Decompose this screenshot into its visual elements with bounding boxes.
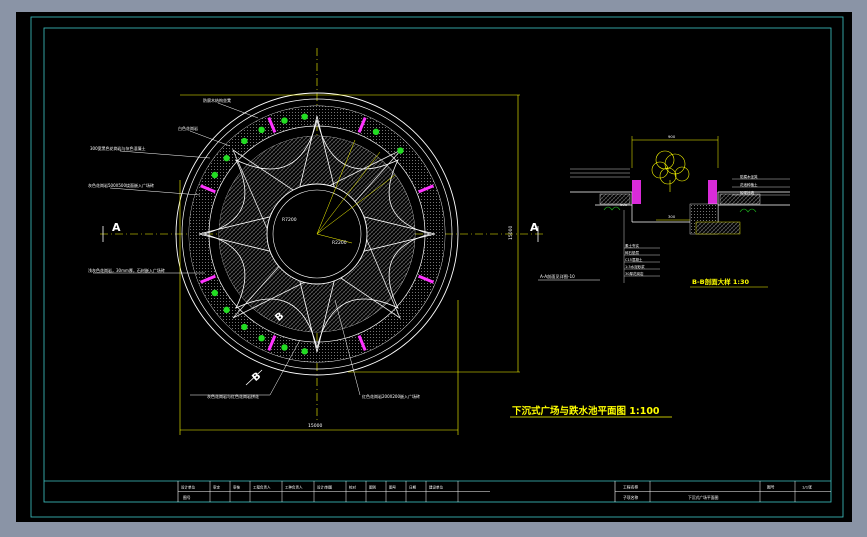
shrub-1 <box>223 154 230 162</box>
dim-radius: R2200 <box>332 240 347 246</box>
tb-cell-4: 工种负责人 <box>285 485 303 490</box>
cad-drawing: A A B B 15000 15000 R7200 R2200 防腐木结构坐凳 … <box>16 12 852 522</box>
tb-cell-2: 审核 <box>233 485 240 490</box>
shrub-7 <box>397 147 404 154</box>
dim-width: 15000 <box>308 423 322 429</box>
tb-cell-8: 图号 <box>389 485 397 490</box>
section-note-0: 素土夯实 <box>625 243 639 248</box>
tb-cell-6: 校对 <box>349 485 357 490</box>
tb-cell-10: 建设单位 <box>429 485 443 490</box>
shrub-6 <box>372 128 380 136</box>
section-mark-left: A <box>112 221 121 234</box>
shrub-5 <box>301 113 308 120</box>
shrub-3 <box>258 126 265 134</box>
section-note-5: 防腐木坐凳 <box>740 174 758 179</box>
tb-sheet-value: 1/1张 <box>802 485 812 490</box>
shrub-2 <box>241 137 248 145</box>
section-note-6: 花池种植土 <box>740 182 758 187</box>
main-title: 下沉式广场与跌水池平面图 1:100 <box>512 405 660 417</box>
cad-drawing-window: A A B B 15000 15000 R7200 R2200 防腐木结构坐凳 … <box>0 0 867 533</box>
section-callout: A-A剖面见详图-10 <box>540 273 575 280</box>
annotation-6: 红色花岗岩200X200嵌入广场砖 <box>362 393 420 399</box>
shrub-9 <box>223 306 230 314</box>
section-note-1: 碎石垫层 <box>625 250 639 255</box>
annotation-0: 防腐木结构坐凳 <box>203 97 231 103</box>
section-note-7: 砖砌挡墙 <box>740 190 754 195</box>
shrub-12 <box>281 344 288 351</box>
section-mark-right: A <box>530 221 539 234</box>
tb-cell-0: 设计单位 <box>181 485 195 490</box>
shrub-8 <box>211 289 219 297</box>
dim-height: 15000 <box>508 226 514 240</box>
tb-cell-9: 日期 <box>409 485 417 490</box>
annotation-2: 300宽黑色花岗岩与灰色混凝土 <box>90 145 146 151</box>
tb-subproject-label: 子项名称 <box>623 495 638 500</box>
tb-project-label: 工程名称 <box>623 485 638 490</box>
section-note-3: 1:3水泥砂浆 <box>625 264 645 269</box>
shrub-11 <box>258 334 265 342</box>
dim-top: 900 <box>668 134 676 139</box>
tb-drawing-name: 下沉式广场平面图 <box>688 495 719 500</box>
annotation-3: 灰色花岗岩500X500烧面嵌入广场砖 <box>88 182 154 188</box>
annotation-5: 灰色花岗岩与红色花岗岩拼花 <box>207 393 259 399</box>
shrub-10 <box>241 323 248 331</box>
tb-cell-7: 图别 <box>369 485 377 490</box>
section-note-4: 30厚花岗岩 <box>625 271 644 276</box>
annotation-1: 白色花岗岩 <box>178 125 198 131</box>
tb-cell-5: 设计/制图 <box>317 485 333 490</box>
shrub-13 <box>301 348 308 355</box>
annotation-4: 浅灰色花岗岩，30mm厚，石材嵌入广场砖 <box>88 267 165 273</box>
section-title: B-B剖面大样 1:30 <box>692 277 750 286</box>
tb-cell-3: 工程负责人 <box>253 485 271 490</box>
shrub-4 <box>281 117 288 124</box>
tb-sheet-label: 图号 <box>767 485 775 490</box>
tb-cell-1: 审定 <box>213 485 220 490</box>
section-note-2: C15混凝土 <box>625 257 643 262</box>
tb-row2-label: 图号 <box>183 495 191 500</box>
dim-center: R7200 <box>282 217 297 223</box>
shrub-0 <box>211 171 219 179</box>
dim-mid: 300 <box>668 214 676 219</box>
